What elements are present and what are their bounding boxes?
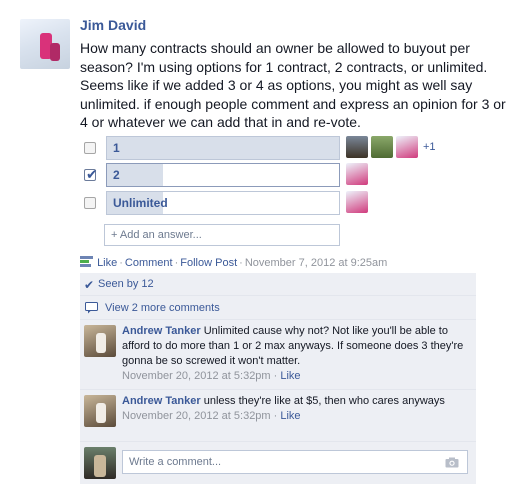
comment-body: Andrew Tanker Unlimited cause why not? N… [122,324,468,384]
poll-option-label: Unlimited [113,196,168,210]
checkmark-icon: ✔ [84,278,95,292]
comment-section: ✔ Seen by 12 View 2 more comments Andrew… [80,273,476,484]
comment-meta: November 20, 2012 at 5:32pm · Like [122,410,301,422]
author-avatar[interactable] [20,19,70,69]
like-link[interactable]: Like [97,257,117,269]
commenter-avatar[interactable] [84,395,116,427]
checkmark-icon: ✔ [86,166,98,182]
poll-bar-3[interactable]: Unlimited [106,191,340,215]
comment-like-link[interactable]: Like [280,370,300,382]
poll-option-label: 1 [113,141,120,155]
poll-bar-1[interactable]: 1 [106,136,340,160]
voter-avatar[interactable] [346,163,368,185]
poll-option-label: 2 [113,168,120,182]
viewer-avatar [84,447,116,479]
post-actions: Like · Comment · Follow Post · November 7, 201… [80,256,387,270]
write-comment-row: Write a comment... [80,442,476,484]
poll-checkbox-1[interactable] [84,142,96,154]
comment-text: unless they're like at $5, then who care… [203,395,445,407]
poll-bar-fill-1 [107,137,339,159]
speech-bubble-icon [85,301,98,314]
comment-link[interactable]: Comment [125,257,173,269]
commenter-avatar[interactable] [84,325,116,357]
comment-item: Andrew Tanker unless they're like at $5,… [80,390,476,442]
post-author-name[interactable]: Jim David [80,17,146,33]
seen-by-link[interactable]: Seen by 12 [98,278,154,290]
poll-icon [80,256,94,270]
view-more-row: View 2 more comments [80,296,476,320]
comment-input[interactable]: Write a comment... [122,450,468,474]
seen-by-row: ✔ Seen by 12 [80,273,476,296]
post-timestamp[interactable]: November 7, 2012 at 9:25am [245,257,387,269]
voter-avatar[interactable] [371,136,393,158]
comment-item: Andrew Tanker Unlimited cause why not? N… [80,320,476,390]
poll-checkbox-2[interactable]: ✔ [84,166,98,182]
voter-avatar[interactable] [396,136,418,158]
follow-post-link[interactable]: Follow Post [180,257,237,269]
comment-time[interactable]: November 20, 2012 at 5:32pm [122,410,271,422]
voter-avatar[interactable] [346,136,368,158]
comment-time[interactable]: November 20, 2012 at 5:32pm [122,370,271,382]
comment-input-placeholder: Write a comment... [129,456,222,468]
post-text: How many contracts should an owner be al… [80,40,506,130]
comment-like-link[interactable]: Like [280,410,300,422]
poll-bar-2[interactable]: 2 [106,163,340,187]
comment-author[interactable]: Andrew Tanker [122,325,201,337]
view-more-comments-link[interactable]: View 2 more comments [105,302,220,314]
camera-icon[interactable] [445,457,459,468]
more-voters-link[interactable]: +1 [423,141,436,153]
comment-body: Andrew Tanker unless they're like at $5,… [122,394,468,424]
add-answer-input[interactable]: + Add an answer... [104,224,340,246]
comment-author[interactable]: Andrew Tanker [122,395,201,407]
comment-meta: November 20, 2012 at 5:32pm · Like [122,370,301,382]
poll-checkbox-3[interactable] [84,197,96,209]
voter-avatar[interactable] [346,191,368,213]
